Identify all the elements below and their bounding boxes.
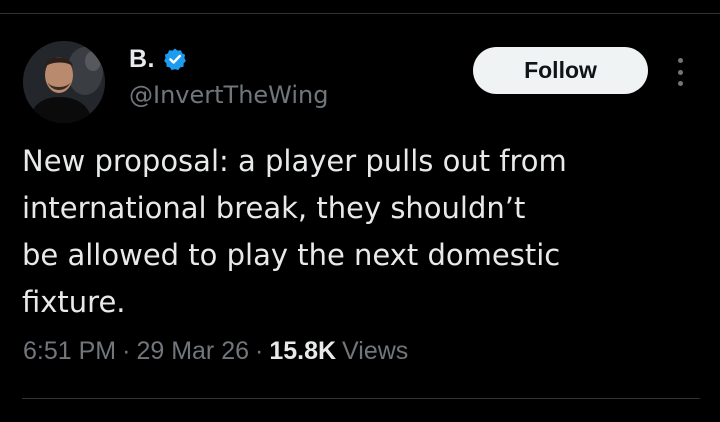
author-name-row: B.	[129, 42, 187, 76]
author-display-name[interactable]: B.	[129, 45, 155, 74]
tweet-meta: 6:51 PM · 29 Mar 26 · 15.8K Views	[23, 337, 408, 366]
more-dot	[677, 69, 683, 75]
follow-button[interactable]: Follow	[473, 47, 648, 94]
views-count[interactable]: 15.8K	[269, 337, 336, 366]
avatar[interactable]	[23, 41, 105, 123]
author-handle[interactable]: @InvertTheWing	[129, 81, 329, 109]
tweet-time[interactable]: 6:51 PM	[23, 337, 116, 366]
more-dot	[677, 81, 683, 86]
meta-separator: ·	[122, 337, 131, 365]
verified-badge-icon	[163, 47, 187, 71]
meta-separator: ·	[255, 337, 264, 365]
tweet-date[interactable]: 29 Mar 26	[136, 337, 249, 366]
more-dot	[677, 58, 683, 63]
tweet-text: New proposal: a player pulls out from in…	[22, 144, 567, 319]
top-divider	[0, 13, 720, 14]
views-label[interactable]: Views	[342, 337, 408, 366]
bottom-divider	[22, 398, 700, 399]
more-vertical-icon[interactable]	[670, 58, 690, 86]
avatar-photo	[23, 41, 105, 123]
